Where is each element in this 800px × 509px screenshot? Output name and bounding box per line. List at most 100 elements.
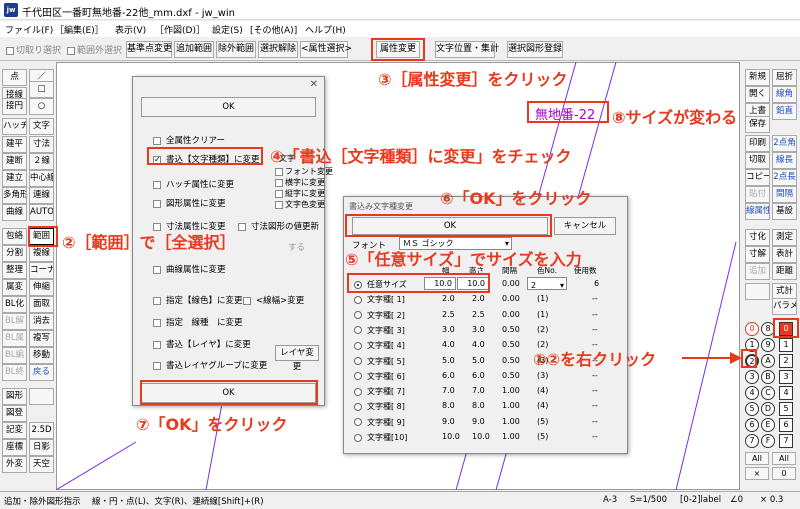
tool-continuous-line[interactable]: 連線 (29, 187, 54, 204)
tool-dim-release[interactable]: 寸解 (745, 246, 770, 263)
write-layer-checkbox[interactable]: 書込【レイヤ】に変更 (153, 338, 251, 350)
all-layer-groups-button[interactable]: All (745, 452, 769, 465)
layer-group-a[interactable]: A (761, 354, 775, 368)
text-row[interactable]: 文字種[10] 10.0 10.0 1.00 (5) -- (344, 430, 624, 445)
layer-6[interactable]: 6 (779, 418, 793, 432)
text-row[interactable]: 文字種[ 8] 8.0 8.0 1.00 (4) -- (344, 399, 624, 414)
tool-line-attr[interactable]: 線属性 (745, 203, 770, 220)
write-layer-group-checkbox[interactable]: 書込レイヤグループに変更 (153, 359, 267, 371)
close-icon[interactable]: ✕ (310, 79, 318, 90)
tool-block-end[interactable]: BL終 (2, 364, 27, 381)
curve-attr-checkbox[interactable]: 曲線属性に変更 (153, 263, 226, 275)
attribute-change-button[interactable]: 属性変更 (376, 41, 420, 58)
text-row-custom[interactable]: 任意サイズ 10.0 10.0 0.00 2 ▾ 6 (344, 277, 624, 292)
exclude-range-button[interactable]: 除外範囲 (216, 41, 256, 58)
tool-table-calc[interactable]: 表計 (772, 246, 797, 263)
text-row[interactable]: 文字種[ 6] 6.0 6.0 0.50 (3) -- (344, 369, 624, 384)
tool-copy[interactable]: 複写 (29, 330, 54, 347)
text-row[interactable]: 文字種[ 1] 2.0 2.0 0.00 (1) -- (344, 292, 624, 307)
write-text-type-checkbox[interactable]: ✓ 書込【文字種類】に変更 (153, 153, 260, 165)
font-change-checkbox[interactable]: フォント変更 (275, 166, 333, 177)
dim-value-update-checkbox[interactable]: 寸法図形の値更新 (238, 220, 319, 232)
status-angle[interactable]: ∠0 (730, 495, 743, 505)
tool-arrange[interactable]: 整理 (2, 262, 27, 279)
tool-line-length[interactable]: 線長 (772, 152, 797, 169)
tool-rectangle[interactable]: □ (29, 81, 54, 98)
clear-all-attr-checkbox[interactable]: 全属性クリアー (153, 134, 225, 146)
horizontal-text-checkbox[interactable]: 横字に変更 (275, 177, 325, 188)
figure-attr-checkbox[interactable]: 図形属性に変更 (153, 197, 226, 209)
register-figure-button[interactable]: 選択図形登録 (507, 41, 563, 58)
menu-file[interactable]: ファイル(F) (5, 23, 53, 36)
status-scale[interactable]: S=1/500 (630, 495, 667, 505)
tool-curve[interactable]: 曲線 (2, 204, 27, 221)
tool-measure[interactable]: 測定 (772, 229, 797, 246)
layer-change-button[interactable]: レイヤ変更 (275, 345, 319, 372)
line-type-checkbox[interactable]: 指定 線種 に変更 (153, 316, 243, 328)
tool-point[interactable]: 点 (2, 69, 27, 86)
tool-move[interactable]: 移動 (29, 347, 54, 364)
line-width-checkbox[interactable]: <線幅>変更 (243, 294, 304, 306)
add-range-button[interactable]: 追加範囲 (174, 41, 214, 58)
outside-range-checkbox[interactable]: 範囲外選択 (67, 43, 122, 56)
tool-text[interactable]: 文字 (29, 118, 54, 135)
tool-parallel[interactable]: 複線 (29, 245, 54, 262)
menu-settings[interactable]: 設定(S) (212, 23, 243, 36)
tool-extend[interactable]: 伸縮 (29, 279, 54, 296)
tool-external[interactable]: 外変 (2, 456, 27, 473)
tool-plan[interactable]: 建平 (2, 136, 27, 153)
radio-button[interactable] (354, 387, 362, 396)
tool-2pt-angle[interactable]: 2点角 (772, 135, 797, 152)
tool-save[interactable]: 保存 (745, 116, 770, 133)
tool-interval[interactable]: 間隔 (772, 186, 797, 203)
tool-circle[interactable]: ○ (29, 98, 54, 115)
status-paper[interactable]: A-3 (603, 495, 617, 505)
layer-group-6[interactable]: 6 (745, 418, 759, 432)
layer-group-3[interactable]: 3 (745, 370, 759, 384)
tool-double-line[interactable]: ２線 (29, 153, 54, 170)
layer-group-7[interactable]: 7 (745, 434, 759, 448)
status-zoom[interactable]: × 0.3 (760, 495, 783, 505)
tool-distance[interactable]: 距離 (772, 263, 797, 280)
layer-1[interactable]: 1 (779, 338, 793, 352)
base-point-button[interactable]: 基準点変更 (126, 41, 172, 58)
tool-auto[interactable]: AUTO (29, 204, 54, 221)
tool-line-angle[interactable]: 線角 (772, 86, 797, 103)
tool-hatch[interactable]: ハッチ (2, 118, 27, 135)
tool-2pt-length[interactable]: 2点長 (772, 169, 797, 186)
menu-help[interactable]: ヘルプ(H) (305, 23, 346, 36)
text-ok-button[interactable]: OK (352, 217, 548, 235)
layer-x-button[interactable]: × (745, 467, 769, 480)
layer-group-8[interactable]: 8 (761, 322, 775, 336)
layer-group-d[interactable]: D (761, 402, 775, 416)
tool-block-edit[interactable]: BL編 (2, 347, 27, 364)
tool-center-line[interactable]: 中心線 (29, 170, 54, 187)
layer-group-c[interactable]: C (761, 386, 775, 400)
tool-tangent-circle[interactable]: 接円 (2, 98, 27, 115)
tool-undo[interactable]: 戻る (29, 364, 54, 381)
layer-group-f[interactable]: F (761, 434, 775, 448)
tool-block-release[interactable]: BL解 (2, 313, 27, 330)
status-layer[interactable]: [0-2]label (680, 495, 721, 505)
tool-bend[interactable]: 屈折 (772, 69, 797, 86)
tool-corner[interactable]: コーナー (29, 262, 54, 279)
layer-group-4[interactable]: 4 (745, 386, 759, 400)
radio-button[interactable] (354, 418, 362, 427)
tool-2-5d[interactable]: 2.5D (29, 422, 54, 439)
tool-chamfer[interactable]: 面取 (29, 296, 54, 313)
tool-block-attr[interactable]: BL属 (2, 330, 27, 347)
tool-shadow[interactable]: 日影 (29, 439, 54, 456)
tool-print[interactable]: 印刷 (745, 135, 770, 152)
text-row[interactable]: 文字種[ 7] 7.0 7.0 1.00 (4) -- (344, 384, 624, 399)
tool-figure-register[interactable]: 図登 (2, 405, 27, 422)
layer-group-2[interactable]: 2 (745, 354, 759, 368)
layer-3[interactable]: 3 (779, 370, 793, 384)
tool-divide[interactable]: 分割 (2, 245, 27, 262)
text-position-button[interactable]: 文字位置・集計 (435, 41, 499, 58)
tool-dim-convert[interactable]: 寸化 (745, 229, 770, 246)
menu-draw[interactable]: ［作図(D)］ (155, 23, 205, 36)
radio-button[interactable] (354, 311, 362, 320)
text-cancel-button[interactable]: キャンセル (554, 217, 616, 235)
tool-open[interactable]: 開く (745, 86, 770, 103)
tool-erase[interactable]: 消去 (29, 313, 54, 330)
